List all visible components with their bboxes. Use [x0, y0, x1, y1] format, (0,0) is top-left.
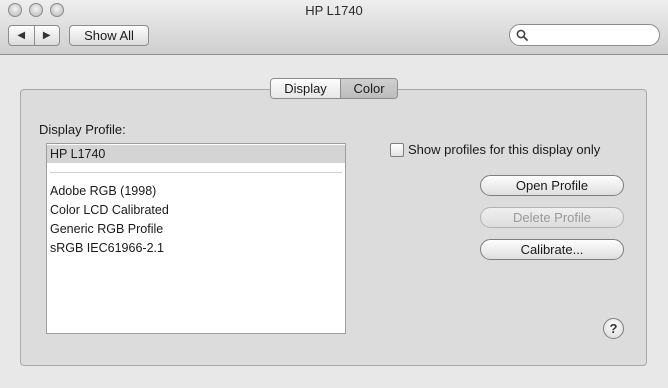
- profile-list-item[interactable]: Color LCD Calibrated: [50, 203, 169, 217]
- calibrate-button[interactable]: Calibrate...: [480, 239, 624, 260]
- profile-list-item[interactable]: Generic RGB Profile: [50, 222, 163, 236]
- title-bar: HP L1740 ◀ ▶ Show All: [0, 0, 668, 55]
- delete-profile-button[interactable]: Delete Profile: [480, 207, 624, 228]
- profile-list-item[interactable]: sRGB IEC61966-2.1: [50, 241, 164, 255]
- tab-display[interactable]: Display: [271, 79, 340, 98]
- preferences-window: HP L1740 ◀ ▶ Show All Display Color Disp…: [0, 0, 668, 388]
- show-profiles-checkbox[interactable]: [390, 142, 404, 157]
- back-forward-control: ◀ ▶: [8, 25, 60, 46]
- back-arrow-icon[interactable]: ◀: [9, 26, 34, 45]
- tab-bar: Display Color: [270, 78, 398, 99]
- show-profiles-label: Show profiles for this display only: [408, 142, 601, 157]
- display-profile-label: Display Profile:: [39, 122, 126, 137]
- search-input[interactable]: [532, 27, 652, 43]
- search-icon: [516, 29, 528, 41]
- open-profile-button[interactable]: Open Profile: [480, 175, 624, 196]
- profile-list-item-selected[interactable]: HP L1740: [47, 145, 345, 163]
- show-all-button[interactable]: Show All: [69, 25, 149, 46]
- help-button[interactable]: ?: [603, 318, 624, 339]
- tab-color[interactable]: Color: [340, 79, 397, 98]
- list-divider: [50, 172, 342, 173]
- window-title: HP L1740: [305, 3, 363, 18]
- profile-list[interactable]: HP L1740 Adobe RGB (1998) Color LCD Cali…: [46, 143, 346, 334]
- profile-list-item[interactable]: Adobe RGB (1998): [50, 184, 156, 198]
- forward-arrow-icon[interactable]: ▶: [33, 26, 60, 45]
- search-field[interactable]: [509, 24, 660, 46]
- show-profiles-option[interactable]: Show profiles for this display only: [390, 142, 600, 157]
